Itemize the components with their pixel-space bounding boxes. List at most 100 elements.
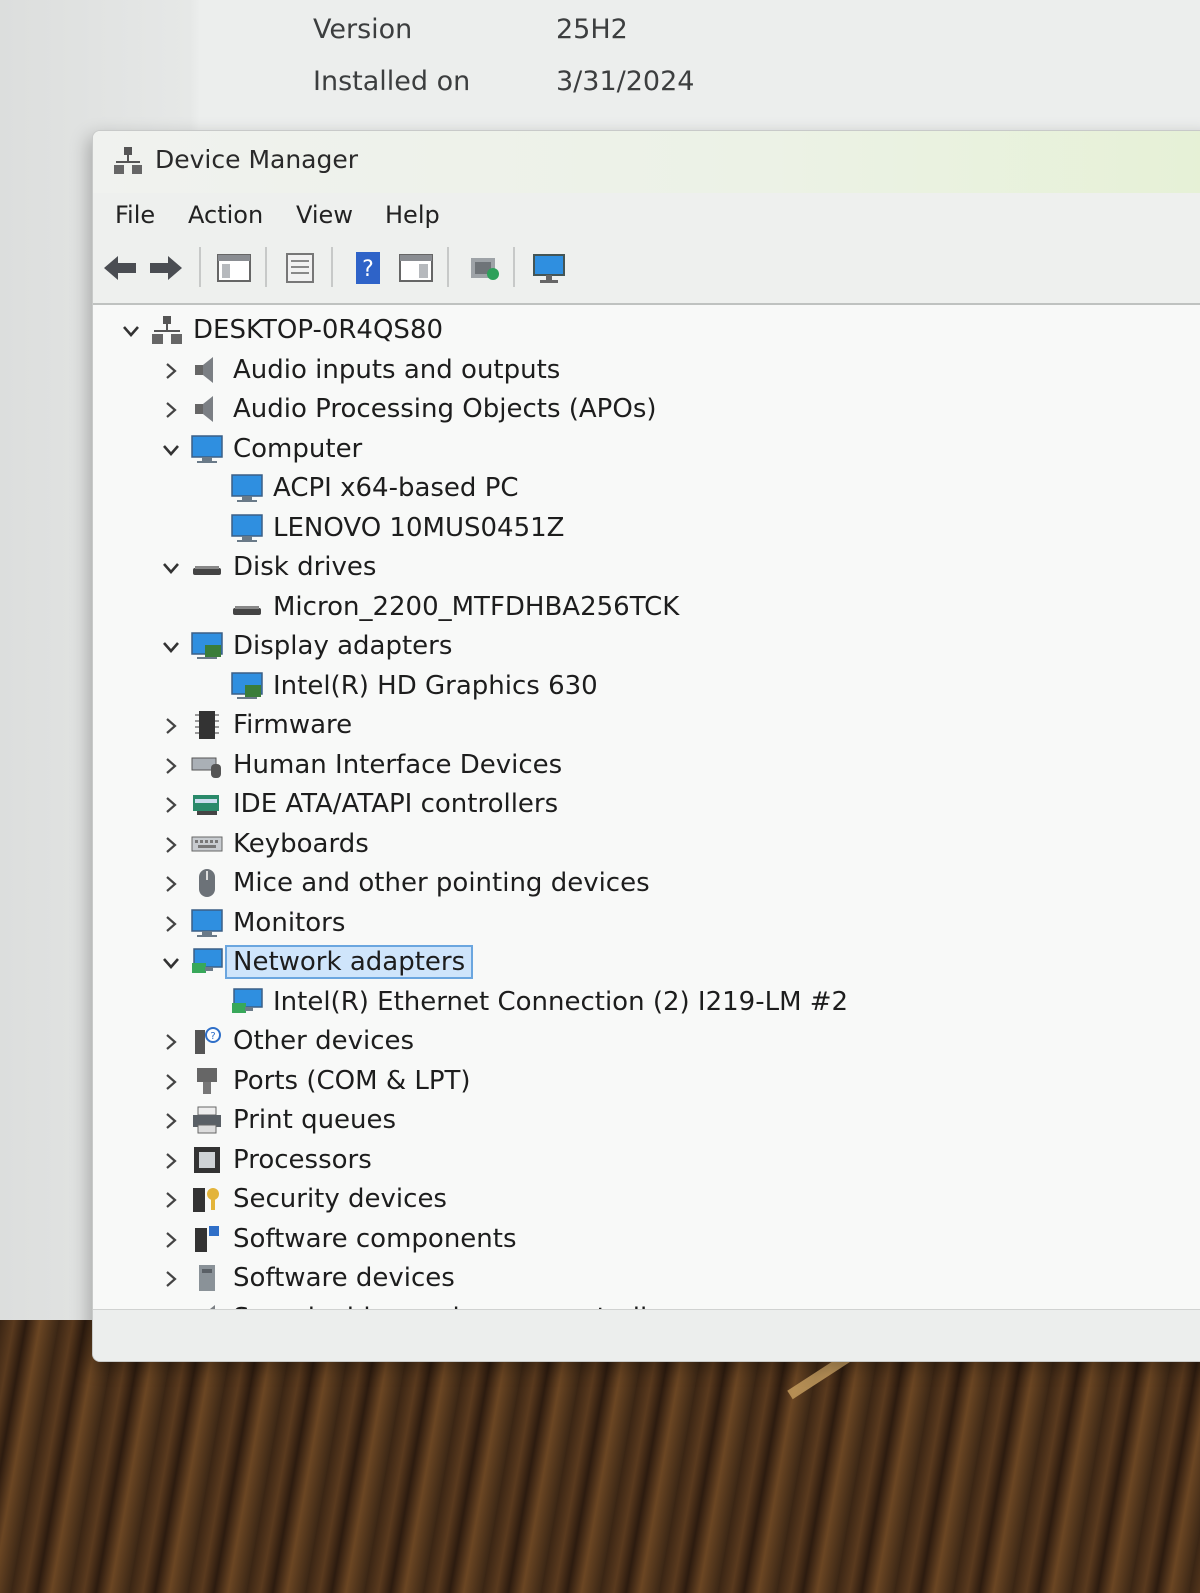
tree-category-keyboards[interactable]: Keyboards — [191, 825, 369, 863]
tree-category-monitors[interactable]: Monitors — [191, 904, 345, 942]
tree-root-node[interactable]: DESKTOP-0R4QS80 — [151, 311, 443, 349]
tree-category-label: Display adapters — [233, 631, 453, 661]
view-icon[interactable] — [397, 249, 435, 287]
forward-icon[interactable] — [147, 249, 185, 287]
chevron-right-icon[interactable] — [161, 1230, 181, 1250]
tree-category-print-queues[interactable]: Print queues — [191, 1101, 396, 1139]
menu-file[interactable]: File — [115, 201, 155, 229]
tree-category-software-components[interactable]: Software components — [191, 1220, 517, 1258]
menu-view[interactable]: View — [296, 201, 353, 229]
status-bar — [93, 1309, 1200, 1361]
display-icon — [191, 631, 223, 661]
tree-category-label: Ports (COM & LPT) — [233, 1065, 471, 1096]
menu-action[interactable]: Action — [188, 201, 263, 229]
chevron-down-icon[interactable] — [121, 321, 141, 341]
tree-category-label: Monitors — [233, 907, 346, 938]
chevron-right-icon[interactable] — [161, 1072, 181, 1092]
installed-on-label: Installed on — [313, 66, 471, 97]
mouse-icon — [191, 868, 223, 898]
chevron-right-icon[interactable] — [161, 716, 181, 736]
properties-icon[interactable] — [281, 249, 319, 287]
tree-category-label: IDE ATA/ATAPI controllers — [233, 789, 559, 819]
device-manager-icon — [114, 147, 142, 174]
tree-category-audio-processing-objects-apos[interactable]: Audio Processing Objects (APOs) — [191, 390, 657, 428]
tree-category-firmware[interactable]: Firmware — [191, 706, 352, 744]
tree-device-intel-r-hd-graphics-630[interactable]: Intel(R) HD Graphics 630 — [231, 667, 598, 705]
chevron-right-icon[interactable] — [161, 1269, 181, 1289]
show-hide-console-tree-icon[interactable] — [215, 249, 253, 287]
toolbar — [93, 241, 1200, 305]
chevron-right-icon[interactable] — [161, 1111, 181, 1131]
version-value: 25H2 — [556, 14, 628, 45]
tree-category-ports-com-lpt[interactable]: Ports (COM & LPT) — [191, 1062, 471, 1100]
tree-category-label: Security devices — [233, 1184, 447, 1214]
swcomp-icon — [191, 1224, 223, 1254]
chevron-down-icon[interactable] — [161, 558, 181, 578]
chevron-right-icon[interactable] — [161, 1032, 181, 1052]
chevron-right-icon[interactable] — [161, 874, 181, 894]
network-icon — [231, 987, 263, 1017]
chevron-right-icon[interactable] — [161, 914, 181, 934]
back-icon[interactable] — [101, 249, 139, 287]
toolbar-separator — [265, 247, 267, 287]
other-icon: ? — [191, 1026, 223, 1056]
version-label: Version — [313, 14, 413, 45]
tree-category-ide-ata-atapi-controllers[interactable]: IDE ATA/ATAPI controllers — [191, 785, 558, 823]
toolbar-separator — [447, 247, 449, 287]
disk-icon — [191, 552, 223, 582]
chevron-right-icon[interactable] — [161, 1190, 181, 1210]
chevron-right-icon[interactable] — [161, 361, 181, 381]
tree-category-network-adapters[interactable]: Network adapters — [191, 943, 474, 981]
tree-category-label: Audio inputs and outputs — [233, 354, 561, 385]
tree-category-label: Keyboards — [233, 828, 369, 859]
update-driver-icon[interactable] — [465, 249, 503, 287]
scan-hardware-icon[interactable] — [531, 249, 569, 287]
computer-icon — [191, 434, 223, 464]
tree-category-computer[interactable]: Computer — [191, 430, 362, 468]
chevron-right-icon[interactable] — [161, 835, 181, 855]
tree-category-human-interface-devices[interactable]: Human Interface Devices — [191, 746, 562, 784]
tree-category-label: Firmware — [233, 710, 353, 740]
cpu-icon — [191, 1145, 223, 1175]
tree-category-label: Print queues — [233, 1105, 397, 1135]
audio-icon — [191, 394, 223, 424]
tree-category-label: Computer — [233, 433, 363, 464]
title-bar[interactable]: Device Manager — [93, 131, 1200, 193]
chevron-right-icon[interactable] — [161, 756, 181, 776]
chevron-right-icon[interactable] — [161, 795, 181, 815]
chevron-down-icon[interactable] — [161, 637, 181, 657]
tree-category-other-devices[interactable]: ? Other devices — [191, 1022, 414, 1060]
tree-category-software-devices[interactable]: Software devices — [191, 1259, 455, 1297]
tree-device-label: LENOVO 10MUS0451Z — [273, 512, 565, 543]
tree-device-intel-r-ethernet-connection-2-i219-lm-2[interactable]: Intel(R) Ethernet Connection (2) I219-LM… — [231, 983, 848, 1021]
tree-category-sound-video-and-game-controllers[interactable]: Sound, video and game controllers — [191, 1299, 687, 1309]
security-icon — [191, 1184, 223, 1214]
network-icon — [191, 947, 223, 977]
tree-category-label: Human Interface Devices — [233, 749, 563, 780]
chevron-down-icon[interactable] — [161, 440, 181, 460]
tree-device-micron-2200-mtfdhba256tck[interactable]: Micron_2200_MTFDHBA256TCK — [231, 588, 679, 626]
device-tree[interactable]: DESKTOP-0R4QS80 Audio inputs and outputs A… — [93, 305, 1200, 1309]
toolbar-separator — [513, 247, 515, 287]
tree-category-label: Software components — [233, 1223, 517, 1254]
window-title: Device Manager — [155, 145, 359, 174]
computer-icon — [231, 473, 263, 503]
firmware-icon — [191, 710, 223, 740]
tree-device-label: ACPI x64-based PC — [273, 473, 519, 503]
tree-category-disk-drives[interactable]: Disk drives — [191, 548, 376, 586]
tree-device-acpi-x64-based-pc[interactable]: ACPI x64-based PC — [231, 469, 519, 507]
svg-text:?: ? — [362, 257, 374, 282]
tree-category-display-adapters[interactable]: Display adapters — [191, 627, 452, 665]
chevron-right-icon[interactable] — [161, 1151, 181, 1171]
tree-category-processors[interactable]: Processors — [191, 1141, 372, 1179]
tree-category-audio-inputs-and-outputs[interactable]: Audio inputs and outputs — [191, 351, 560, 389]
chevron-down-icon[interactable] — [161, 953, 181, 973]
tree-category-mice-and-other-pointing-devices[interactable]: Mice and other pointing devices — [191, 864, 650, 902]
toolbar-separator — [199, 247, 201, 287]
menu-help[interactable]: Help — [385, 201, 440, 229]
tree-category-security-devices[interactable]: Security devices — [191, 1180, 447, 1218]
tree-device-lenovo-10mus0451z[interactable]: LENOVO 10MUS0451Z — [231, 509, 564, 547]
computer-icon — [231, 513, 263, 543]
help-icon[interactable]: ? — [349, 249, 387, 287]
chevron-right-icon[interactable] — [161, 400, 181, 420]
